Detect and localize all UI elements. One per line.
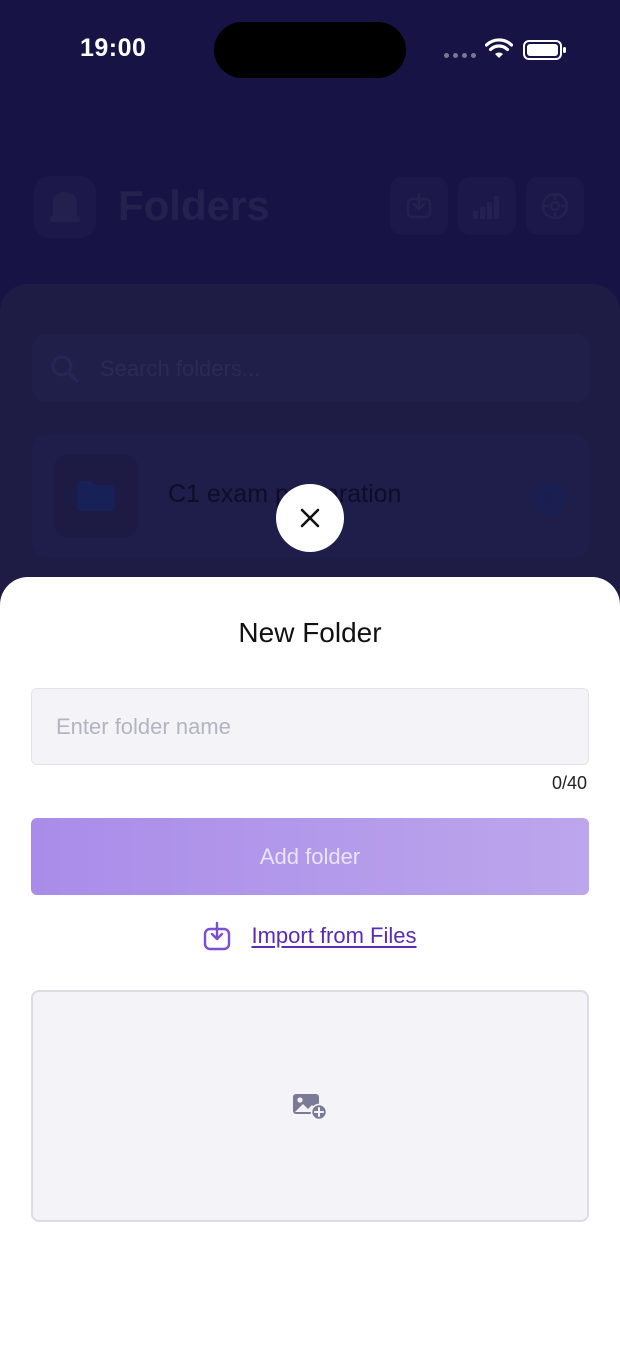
- char-counter: 0/40: [551, 773, 587, 793]
- close-icon: [300, 508, 320, 528]
- add-image-icon: [293, 1094, 328, 1121]
- status-bar: 19:00: [0, 0, 620, 100]
- wifi-icon: [485, 38, 513, 58]
- folder-name-input[interactable]: [31, 688, 589, 765]
- import-from-files-row[interactable]: Import from Files: [0, 921, 620, 951]
- add-folder-button[interactable]: Add folder: [31, 818, 589, 895]
- sheet-title: New Folder: [238, 617, 382, 648]
- status-time: 19:00: [80, 34, 147, 62]
- import-from-files-link[interactable]: Import from Files: [251, 923, 416, 949]
- battery-icon: [523, 40, 566, 60]
- new-folder-sheet: New Folder 0/40 Add folder Import from F…: [0, 577, 620, 1348]
- import-file-icon: [204, 921, 231, 951]
- close-button[interactable]: [276, 484, 344, 552]
- cellular-signal-icon: [444, 53, 476, 58]
- image-picker[interactable]: [31, 990, 589, 1222]
- dynamic-island: [214, 22, 406, 78]
